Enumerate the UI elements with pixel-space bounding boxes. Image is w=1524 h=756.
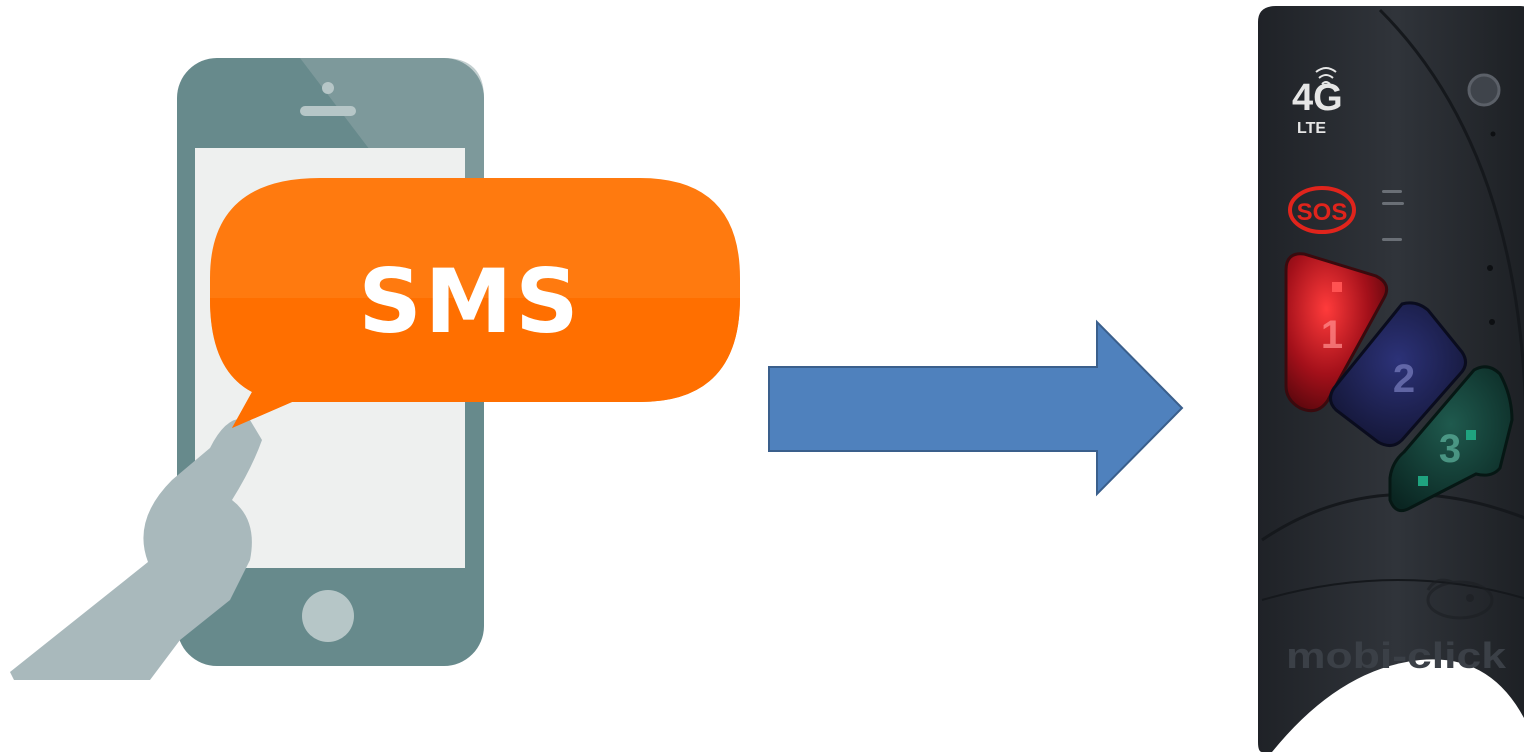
flow-arrow	[768, 319, 1184, 497]
mobi-click-device: 4G LTE SOS 1 2 3 mobi-click	[1258, 6, 1524, 752]
sms-bubble: SMS	[210, 178, 740, 428]
sms-label: SMS	[358, 250, 581, 353]
button-3-label: 3	[1439, 427, 1461, 471]
speaker-slit	[1382, 202, 1404, 205]
button-1-light	[1332, 282, 1342, 292]
button-3-light	[1418, 476, 1428, 486]
speaker-slit	[1382, 238, 1402, 241]
button-2-label: 2	[1393, 357, 1415, 401]
network-label: 4G	[1292, 77, 1343, 119]
indicator-light	[1467, 73, 1501, 107]
sos-label: SOS	[1297, 199, 1348, 226]
phone-speaker-slot	[300, 106, 356, 116]
brand-label: mobi-click	[1286, 635, 1507, 676]
phone-camera-dot	[322, 82, 334, 94]
phone-sms-illustration: SMS	[10, 58, 740, 680]
microphone-hole	[1490, 131, 1496, 137]
led-hole	[1489, 319, 1495, 325]
button-3-light	[1466, 430, 1476, 440]
diagram-canvas: SMS 4G LTE SOS 1 2 3 mobi-click	[10, 6, 1524, 752]
speaker-slit	[1382, 190, 1402, 193]
phone-home-button	[302, 590, 354, 642]
network-sub-label: LTE	[1297, 120, 1326, 137]
led-hole	[1487, 265, 1493, 271]
button-1-label: 1	[1321, 313, 1343, 357]
